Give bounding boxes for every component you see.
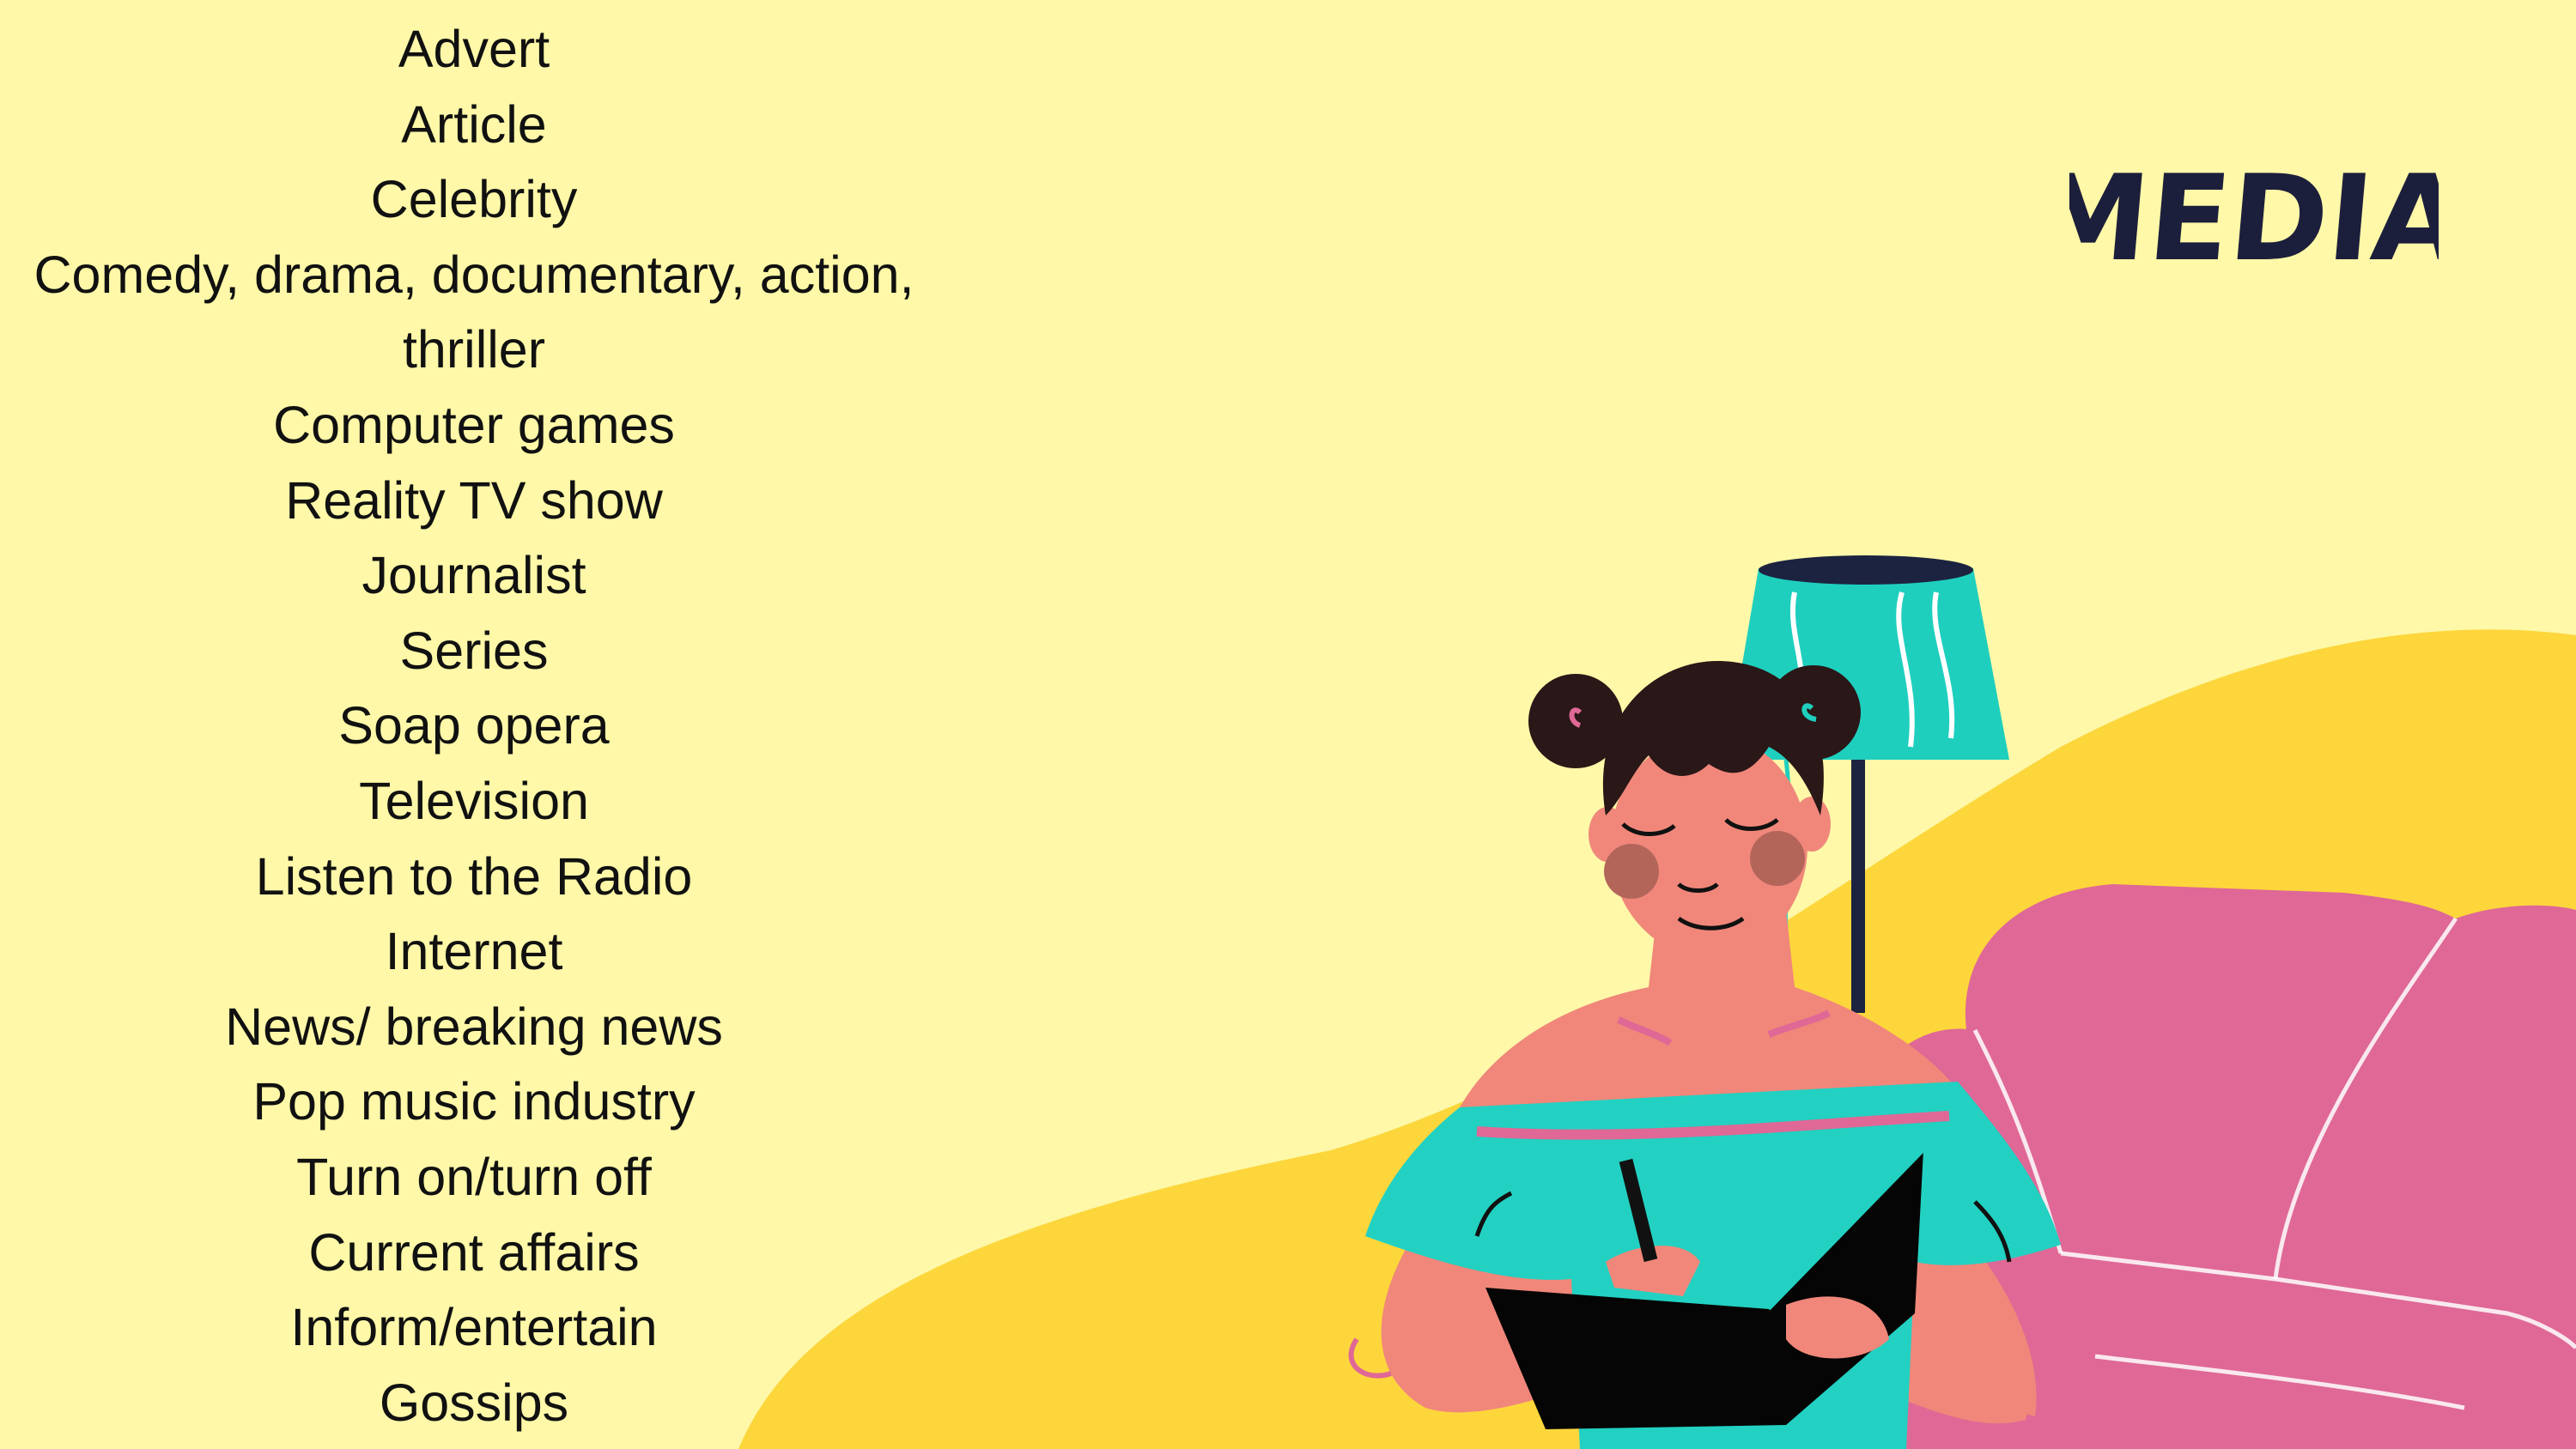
vocabulary-list: Advert Article Celebrity Comedy, drama, … [0, 12, 948, 1440]
page-title-text: MEDIA [2069, 149, 2439, 283]
slide: Advert Article Celebrity Comedy, drama, … [0, 0, 2576, 1449]
vocabulary-item: Internet [385, 922, 563, 981]
vocabulary-item: News/ breaking news [225, 997, 723, 1056]
vocabulary-item: Inform/entertain [290, 1298, 658, 1357]
vocabulary-item: Article [401, 94, 547, 154]
vocabulary-item: Listen to the Radio [255, 846, 693, 906]
vocabulary-item: Gossips [379, 1373, 569, 1432]
page-title: MEDIA [2069, 149, 2439, 283]
vocabulary-item: Reality TV show [285, 470, 663, 530]
vocabulary-item: Series [399, 621, 549, 680]
vocabulary-item: Comedy, drama, documentary, action, [33, 245, 914, 304]
vocabulary-item: Computer games [273, 395, 675, 454]
vocabulary-item: Current affairs [308, 1222, 640, 1282]
vocabulary-item: Soap opera [338, 696, 610, 755]
vocabulary-item: Celebrity [370, 170, 578, 229]
vocabulary-item: Pop music industry [252, 1072, 696, 1131]
vocabulary-item: Television [359, 771, 589, 830]
vocabulary-item: Journalist [361, 546, 586, 605]
vocabulary-item: thriller [402, 320, 546, 379]
vocabulary-item: Turn on/turn off [296, 1147, 652, 1206]
vocabulary-item: Advert [398, 20, 550, 78]
